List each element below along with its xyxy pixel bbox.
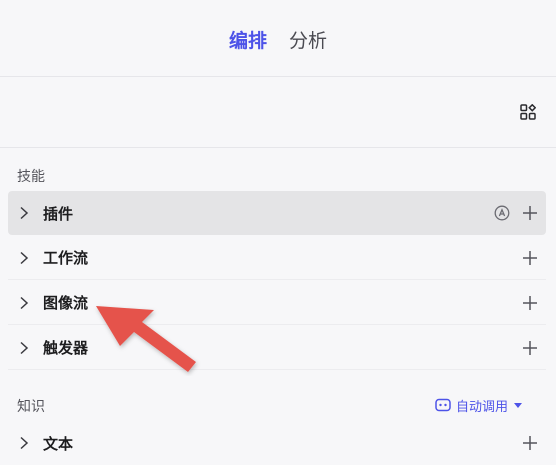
chevron-right-icon[interactable]: [19, 341, 29, 355]
toolbar-row: [0, 77, 556, 148]
add-trigger-icon[interactable]: [522, 340, 538, 356]
chevron-right-icon[interactable]: [19, 436, 29, 450]
auto-call-label: 自动调用: [455, 399, 508, 415]
add-plugin-icon[interactable]: [522, 205, 538, 221]
skill-row-plugins[interactable]: 插件: [8, 191, 546, 235]
add-text-knowledge-icon[interactable]: [522, 435, 538, 451]
section-title-knowledge: 知识: [17, 399, 45, 415]
chevron-right-icon[interactable]: [19, 251, 29, 265]
tab-arrange[interactable]: 编排: [229, 24, 267, 53]
chevron-right-icon[interactable]: [19, 296, 29, 310]
knowledge-row-text[interactable]: 文本: [8, 421, 546, 465]
tab-analyze[interactable]: 分析: [289, 24, 327, 53]
section-title-skills: 技能: [17, 169, 45, 185]
add-workflow-icon[interactable]: [522, 250, 538, 266]
skill-row-image-flow[interactable]: 图像流: [8, 281, 546, 325]
skill-label: 插件: [43, 204, 74, 223]
robot-icon: [435, 398, 451, 412]
chevron-right-icon[interactable]: [19, 206, 29, 220]
top-tab-bar: 编排 分析: [0, 0, 556, 77]
skill-label: 图像流: [43, 294, 89, 312]
layout-grid-icon[interactable]: [520, 104, 536, 120]
auto-call-dropdown[interactable]: 自动调用: [435, 395, 522, 415]
skill-label: 工作流: [43, 249, 89, 267]
add-image-flow-icon[interactable]: [522, 295, 538, 311]
skill-label: 触发器: [43, 339, 89, 357]
auto-badge-icon[interactable]: [494, 205, 510, 221]
skill-row-workflow[interactable]: 工作流: [8, 236, 546, 280]
caret-down-icon: [514, 402, 522, 408]
skill-row-trigger[interactable]: 触发器: [8, 326, 546, 370]
knowledge-label: 文本: [43, 434, 74, 453]
